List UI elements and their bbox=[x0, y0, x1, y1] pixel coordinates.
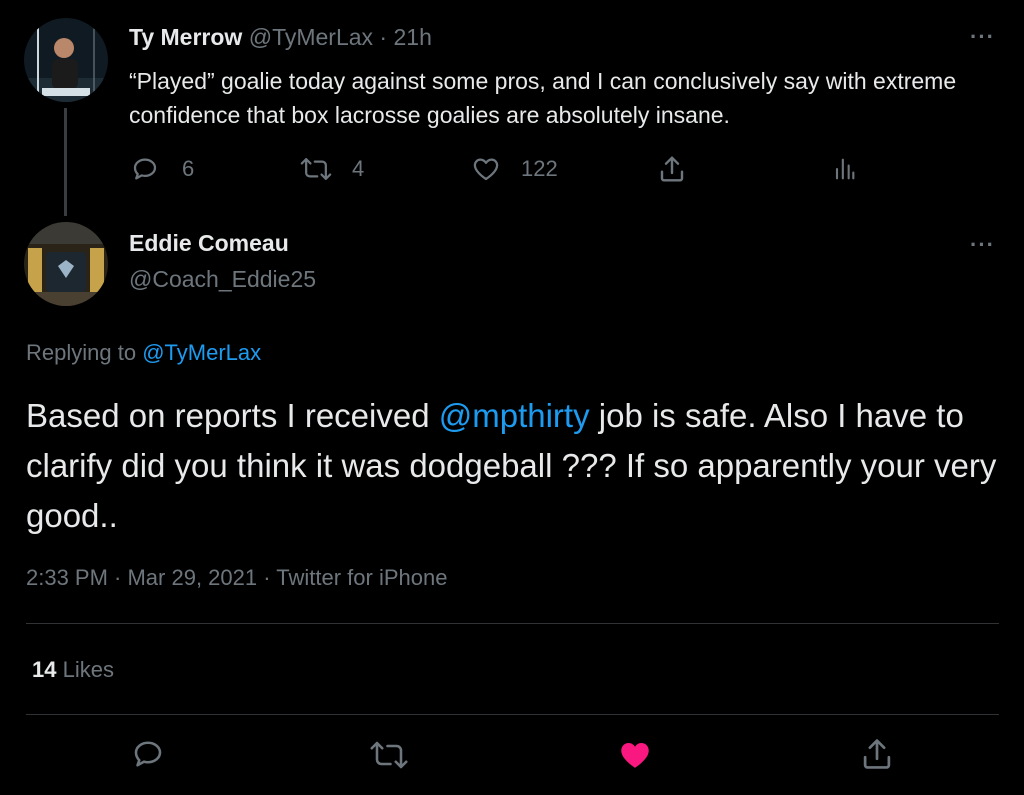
parent-time[interactable]: 21h bbox=[394, 24, 432, 50]
parent-tweet-text: “Played” goalie today against some pros,… bbox=[129, 68, 957, 128]
reply-icon bbox=[130, 736, 166, 772]
parent-tweet-header: Ty Merrow @TyMerLax · 21h bbox=[129, 24, 432, 51]
parent-more-icon[interactable]: ··· bbox=[970, 24, 995, 50]
likes-count: 14 bbox=[32, 657, 57, 682]
parent-analytics-button[interactable] bbox=[830, 154, 858, 184]
mention-link[interactable]: @mpthirty bbox=[439, 397, 590, 434]
parent-handle[interactable]: @TyMerLax bbox=[249, 24, 373, 50]
parent-share-button[interactable] bbox=[656, 153, 688, 185]
parent-reply-button[interactable]: 6 bbox=[130, 154, 194, 184]
thread-connector bbox=[64, 108, 67, 216]
share-icon bbox=[858, 735, 896, 773]
share-button[interactable] bbox=[858, 735, 896, 773]
author-display-name[interactable]: Eddie Comeau bbox=[129, 230, 289, 257]
parent-retweet-count: 4 bbox=[352, 156, 365, 181]
replying-to-handle[interactable]: @TyMerLax bbox=[142, 340, 261, 365]
avatar-eddie-comeau[interactable] bbox=[24, 222, 108, 306]
main-tweet-text: Based on reports I received @mpthirty jo… bbox=[26, 391, 1001, 541]
avatar-ty-merrow[interactable] bbox=[24, 18, 108, 102]
replying-to-label: Replying to bbox=[26, 340, 137, 365]
divider-bottom bbox=[26, 714, 999, 715]
replying-to: Replying to @TyMerLax bbox=[26, 340, 261, 366]
parent-display-name[interactable]: Ty Merrow bbox=[129, 24, 242, 50]
reply-icon bbox=[130, 154, 160, 184]
separator: · bbox=[373, 24, 394, 50]
retweet-icon bbox=[369, 737, 409, 773]
parent-retweet-button[interactable]: 4 bbox=[300, 154, 364, 184]
like-icon bbox=[471, 154, 501, 184]
parent-like-button[interactable]: 122 bbox=[471, 154, 558, 184]
retweet-icon bbox=[300, 154, 332, 184]
main-more-icon[interactable]: ··· bbox=[970, 232, 995, 258]
reply-button[interactable] bbox=[130, 736, 166, 772]
tweet-text-part-1: Based on reports I received bbox=[26, 397, 439, 434]
parent-like-count: 122 bbox=[521, 156, 558, 181]
author-handle[interactable]: @Coach_Eddie25 bbox=[129, 266, 316, 293]
parent-reply-count: 6 bbox=[182, 156, 195, 181]
like-button[interactable] bbox=[616, 737, 654, 773]
tweet-timestamp[interactable]: 2:33 PM · Mar 29, 2021 · Twitter for iPh… bbox=[26, 565, 447, 591]
share-icon bbox=[656, 153, 688, 185]
divider-top bbox=[26, 623, 999, 624]
analytics-icon bbox=[830, 154, 858, 184]
like-icon-filled bbox=[616, 737, 654, 773]
retweet-button[interactable] bbox=[369, 737, 409, 773]
likes-label: Likes bbox=[62, 657, 114, 682]
likes-summary[interactable]: 14 Likes bbox=[32, 657, 114, 683]
